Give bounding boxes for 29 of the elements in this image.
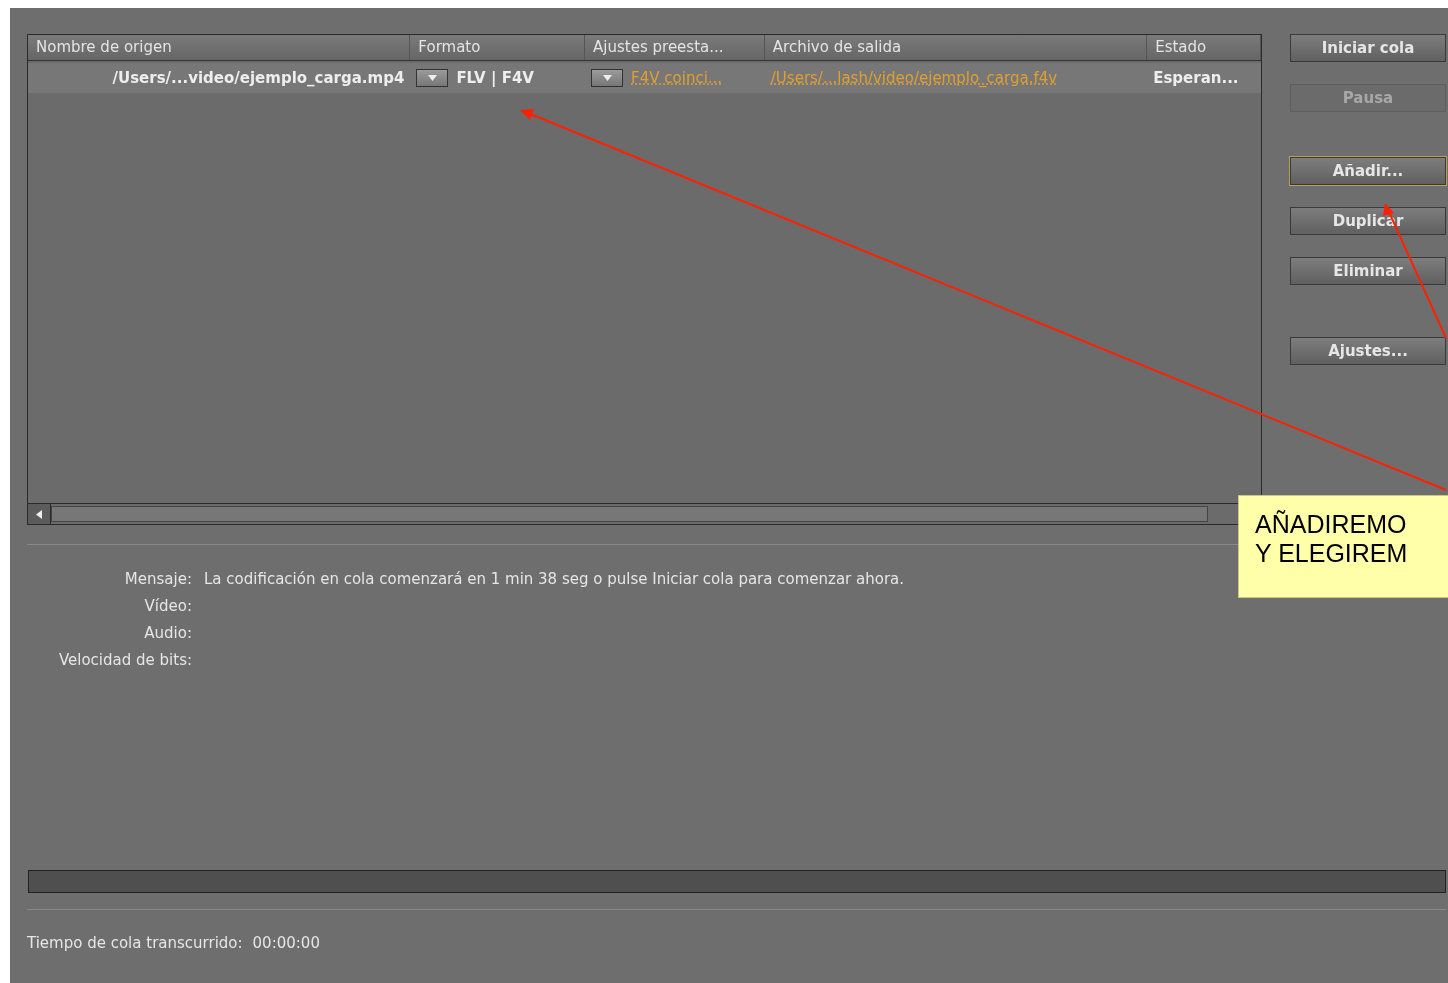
- column-header[interactable]: Formato: [410, 35, 586, 60]
- source-path: /Users/...video/ejemplo_carga.mp4: [112, 69, 405, 87]
- column-header[interactable]: Nombre de origen: [28, 35, 411, 60]
- queue-button[interactable]: Añadir...: [1290, 157, 1446, 185]
- dropdown-button[interactable]: [416, 69, 449, 87]
- info-label: Mensaje:: [123, 570, 192, 588]
- status-text: Esperan...: [1153, 69, 1239, 87]
- queue-button[interactable]: Eliminar: [1290, 257, 1446, 285]
- column-header[interactable]: Estado: [1147, 35, 1261, 60]
- info-label: Audio:: [143, 624, 192, 642]
- callout-text: AÑADIREMO: [1255, 510, 1408, 539]
- left-arrow-icon[interactable]: [36, 509, 42, 519]
- dropdown-button[interactable]: [591, 69, 624, 87]
- elapsed-time: 00:00:00: [252, 934, 320, 952]
- queue-button[interactable]: Ajustes...: [1290, 337, 1446, 365]
- output-link[interactable]: /Users/...lash/video/ejemplo_carga.f4v: [770, 69, 1058, 87]
- format-value: FLV | F4V: [456, 69, 534, 87]
- preset-link[interactable]: F4V coinci...: [631, 69, 723, 87]
- column-header[interactable]: Archivo de salida: [764, 35, 1148, 60]
- column-header[interactable]: Ajustes preesta...: [585, 35, 765, 60]
- caret-icon: [602, 75, 612, 81]
- info-label: Velocidad de bits:: [57, 651, 192, 669]
- caret-icon: [427, 75, 437, 81]
- info-message: La codificación en cola comenzará en 1 min 38 seg o pulse Iniciar cola para comenzar ahora.: [204, 570, 906, 588]
- queue-row[interactable]: /Users/...video/ejemplo_carga.mp4 FLV | F4V F4V coinci... /Users/...lash/video/ejemplo_carga.f4v Esperan...: [28, 63, 1261, 93]
- callout-text: Y ELEGIREM: [1255, 538, 1409, 568]
- elapsed-label: Tiempo de cola transcurrido:: [27, 934, 243, 952]
- queue-button[interactable]: Iniciar cola: [1290, 34, 1446, 62]
- info-label: Vídeo:: [143, 597, 192, 615]
